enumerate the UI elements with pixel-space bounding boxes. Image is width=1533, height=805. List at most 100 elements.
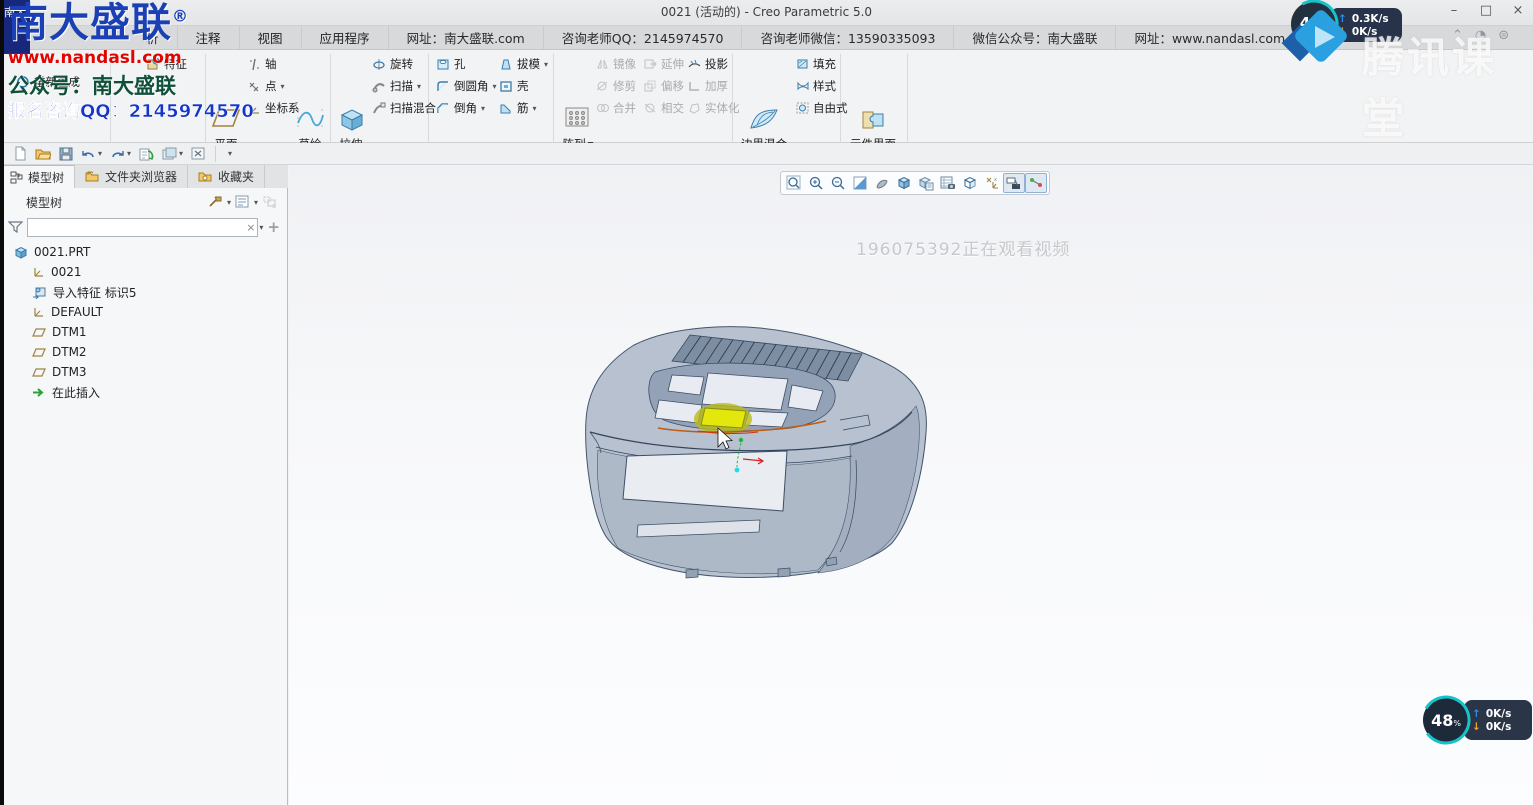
redo-button[interactable]: ▾ [110, 147, 131, 160]
tree-row-csys-0021[interactable]: 0021 [32, 262, 82, 282]
tab-website1[interactable]: 网址：南大盛联.com [389, 26, 544, 49]
tab-model-tree[interactable]: 模型树 [0, 165, 76, 188]
offset-button[interactable]: 偏移 [644, 76, 684, 96]
tree-settings-caret[interactable]: ▾ [227, 198, 231, 207]
point-icon [249, 82, 259, 91]
saved-orientations-button[interactable] [915, 173, 937, 193]
open-button[interactable] [35, 147, 51, 161]
tab-public-account[interactable]: 微信公众号：南大盛联 [954, 26, 1117, 49]
datum-axis-button[interactable]: 轴 [248, 54, 277, 74]
sweep-blend-button[interactable]: 扫描混合 [372, 98, 436, 118]
round-icon [437, 80, 448, 91]
fill-button[interactable]: 填充 [796, 54, 836, 74]
freestyle-button[interactable]: 自由式 [796, 98, 848, 118]
shading-style-button[interactable] [871, 173, 893, 193]
tree-row-dtm1[interactable]: DTM1 [32, 322, 87, 342]
revolve-button[interactable]: 旋转 [372, 54, 413, 74]
minimize-button[interactable]: – [1445, 3, 1463, 18]
shell-icon [500, 80, 512, 92]
project-button[interactable]: 投影 [688, 54, 728, 74]
maximize-button[interactable]: □ [1477, 3, 1495, 18]
transparent-box-button[interactable] [959, 173, 981, 193]
style-button[interactable]: 样式 [796, 76, 836, 96]
filter-clear-icon[interactable]: × [246, 221, 255, 234]
shell-button[interactable]: 壳 [499, 76, 529, 96]
csys-marker-green [738, 437, 744, 443]
intersect-button[interactable]: 相交 [644, 98, 684, 118]
tree-row-part[interactable]: 0021.PRT [14, 242, 90, 262]
tab-wechat[interactable]: 咨询老师微信：13590335093 [742, 26, 955, 49]
model-3d-view[interactable] [560, 320, 960, 610]
mirror-icon [597, 59, 608, 69]
chamfer-icon [437, 102, 448, 113]
tab-qq[interactable]: 咨询老师QQ：2145974570 [544, 26, 743, 49]
graphics-area[interactable]: x 196075392正在观看视频 [289, 165, 1533, 805]
model-tree-icon [10, 171, 23, 183]
thicken-button[interactable]: 加厚 [688, 76, 728, 96]
navigator-tabs: 模型树 文件夹浏览器 收藏夹 [0, 165, 288, 188]
tree-filters-icon[interactable] [235, 195, 250, 209]
tencent-classroom-watermark: 腾讯课堂 [1362, 33, 1498, 143]
sweep-button[interactable]: 扫描 ▾ [372, 76, 421, 96]
tree-filter-input[interactable] [27, 217, 259, 237]
draft-button[interactable]: 拔模 ▾ [499, 54, 548, 74]
filter-caret[interactable]: ▾ [259, 223, 263, 232]
rib-button[interactable]: 筋 ▾ [499, 98, 537, 118]
solidify-button[interactable]: 实体化 [688, 98, 740, 118]
tree-filters-caret[interactable]: ▾ [254, 198, 258, 207]
selected-surface-highlight[interactable] [700, 407, 747, 429]
display-style-button[interactable] [893, 173, 915, 193]
repaint-button[interactable] [849, 173, 871, 193]
new-file-button[interactable] [14, 146, 27, 161]
round-button[interactable]: 倒圆角 ▾ [436, 76, 497, 96]
annotation-display-button[interactable] [1003, 173, 1025, 193]
style-icon [797, 81, 809, 91]
spin-center-button[interactable] [1025, 173, 1047, 193]
sweep-icon [372, 82, 385, 92]
window-manager-button[interactable]: ▾ [162, 147, 183, 160]
csys-icon [34, 308, 43, 317]
pattern-icon [565, 107, 589, 127]
axis-icon [250, 58, 259, 70]
sketch-icon [297, 109, 324, 127]
tree-row-dtm3[interactable]: DTM3 [32, 362, 87, 382]
hole-button[interactable]: 孔 [436, 54, 466, 74]
filter-add-button[interactable]: + [267, 218, 280, 236]
refit-button[interactable] [783, 173, 805, 193]
csys-icon [34, 268, 43, 277]
zoom-out-button[interactable] [827, 173, 849, 193]
datum-point-button[interactable]: 点 ▾ [248, 76, 285, 96]
tab-favorites[interactable]: 收藏夹 [188, 165, 266, 188]
chamfer-button[interactable]: 倒角 ▾ [436, 98, 485, 118]
customize-toolbar-caret[interactable]: ▾ [226, 149, 232, 158]
tree-row-default-csys[interactable]: DEFAULT [32, 302, 103, 322]
model-tree-header: 模型树 [26, 195, 63, 210]
tab-applications[interactable]: 应用程序 [302, 26, 389, 49]
tree-settings-icon[interactable] [208, 195, 223, 209]
datum-plane-icon [32, 367, 46, 377]
tree-row-import-feature[interactable]: 导入特征 标识5 [32, 282, 136, 302]
watermark-logo: 南大盛联® [8, 0, 189, 46]
tab-view[interactable]: 视图 [240, 26, 302, 49]
filter-funnel-icon[interactable] [8, 220, 23, 234]
tree-row-dtm2[interactable]: DTM2 [32, 342, 87, 362]
favorites-icon [198, 172, 212, 181]
save-button[interactable] [59, 147, 73, 161]
tab-folder-browser[interactable]: 文件夹浏览器 [75, 165, 189, 188]
regenerate-active-button[interactable] [139, 147, 154, 161]
close-window-button[interactable] [191, 147, 205, 160]
fill-icon [797, 59, 808, 69]
view-manager-button[interactable] [937, 173, 959, 193]
tree-row-insert-here[interactable]: 在此插入 [32, 382, 100, 402]
csys-marker-cyan [734, 467, 740, 473]
datum-plane-icon [32, 347, 46, 357]
undo-button[interactable]: ▾ [81, 147, 102, 160]
tree-select-icon[interactable] [262, 195, 278, 209]
close-button[interactable]: × [1509, 3, 1527, 18]
mirror-button[interactable]: 镜像 [596, 54, 636, 74]
merge-button[interactable]: 合并 [596, 98, 636, 118]
zoom-in-button[interactable] [805, 173, 827, 193]
extend-button[interactable]: 延伸 [644, 54, 684, 74]
trim-button[interactable]: 修剪 [596, 76, 636, 96]
datum-display-filters-button[interactable]: x [981, 173, 1003, 193]
